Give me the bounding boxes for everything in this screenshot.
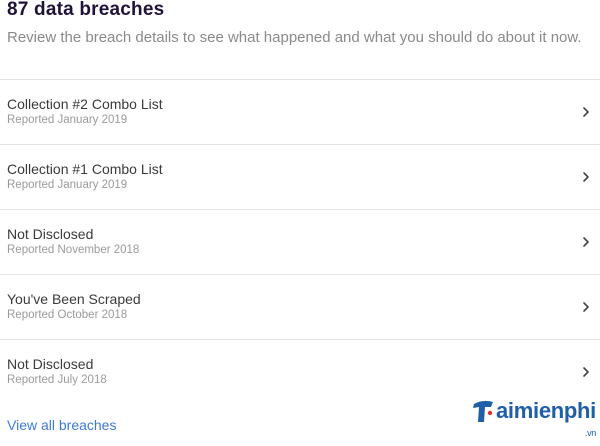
breach-name: Not Disclosed — [7, 226, 94, 242]
breach-name: Collection #1 Combo List — [7, 161, 163, 177]
page-subtitle: Review the breach details to see what ha… — [7, 29, 582, 46]
breach-name: You've Been Scraped — [7, 291, 141, 307]
breach-reported-date: Reported January 2019 — [7, 114, 128, 126]
breach-row[interactable]: Collection #1 Combo List Reported Januar… — [0, 144, 600, 209]
chevron-right-icon — [583, 172, 589, 182]
breach-reported-date: Reported January 2019 — [7, 179, 128, 191]
breach-name: Collection #2 Combo List — [7, 96, 163, 112]
view-all-breaches-link[interactable]: View all breaches — [7, 417, 116, 433]
watermark: aimienphi .vn — [471, 398, 596, 438]
watermark-tld: .vn — [584, 428, 596, 438]
breach-reported-date: Reported July 2018 — [7, 374, 107, 386]
breach-reported-date: Reported October 2018 — [7, 309, 128, 321]
taimienphi-logo-icon — [473, 400, 493, 422]
page-title: 87 data breaches — [7, 0, 165, 20]
breach-row[interactable]: Not Disclosed Reported November 2018 — [0, 209, 600, 274]
breach-list: Collection #2 Combo List Reported Januar… — [0, 79, 600, 404]
breach-row[interactable]: Collection #2 Combo List Reported Januar… — [0, 79, 600, 144]
chevron-right-icon — [583, 237, 589, 247]
chevron-right-icon — [583, 107, 589, 117]
breach-reported-date: Reported November 2018 — [7, 244, 140, 256]
breach-row[interactable]: You've Been Scraped Reported October 201… — [0, 274, 600, 339]
breach-name: Not Disclosed — [7, 356, 94, 372]
chevron-right-icon — [583, 302, 589, 312]
breach-row[interactable]: Not Disclosed Reported July 2018 — [0, 339, 600, 404]
chevron-right-icon — [583, 367, 589, 377]
watermark-brand: aimienphi .vn — [496, 398, 596, 438]
